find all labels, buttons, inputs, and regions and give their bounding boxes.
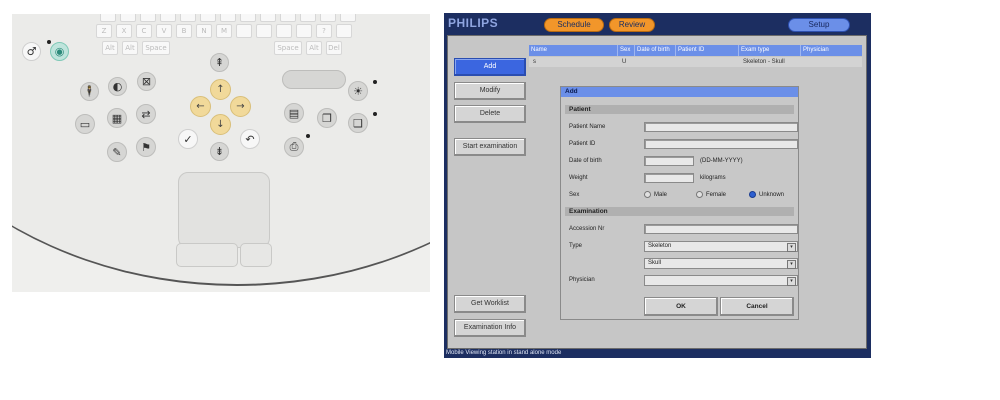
- tab-setup[interactable]: Setup: [788, 18, 850, 32]
- print-icon: ⎙: [284, 137, 304, 157]
- console-photo: Z X C V B N M ? Alt Alt Space Space Alt …: [12, 14, 430, 292]
- keyboard-row: Z X C V B N M ?: [96, 24, 352, 38]
- patient-section-header: Patient: [565, 105, 794, 114]
- weight-unit: kilograms: [700, 175, 726, 181]
- grid-icon: ▦: [107, 108, 127, 128]
- examination-info-button[interactable]: Examination Info: [454, 319, 526, 337]
- examination-section-header: Examination: [565, 207, 794, 216]
- patient-table-header: Name Sex Date of birth Patient ID Exam t…: [529, 45, 862, 56]
- start-examination-button[interactable]: Start examination: [454, 138, 526, 156]
- physician-select[interactable]: ▾: [644, 275, 798, 286]
- tab-schedule[interactable]: Schedule: [544, 18, 604, 32]
- sex-radio-male[interactable]: Male: [644, 191, 667, 198]
- dob-format-hint: (DD-MM-YYYY): [700, 158, 743, 164]
- radio-label: Unknown: [759, 191, 785, 198]
- trackpad-left-button: [176, 243, 238, 267]
- subtype-select-value: Skull: [648, 260, 662, 266]
- column-header-patient-id[interactable]: Patient ID: [676, 45, 739, 56]
- down-double-icon: ⇟: [210, 142, 229, 161]
- dropdown-arrow-icon[interactable]: ▾: [787, 260, 796, 269]
- arrow-left-icon: ←: [190, 96, 211, 117]
- dob-label: Date of birth: [569, 158, 602, 164]
- radio-label: Female: [706, 191, 727, 198]
- delete-button[interactable]: Delete: [454, 105, 526, 123]
- indicator-dot: [306, 134, 310, 138]
- indicator-dot: [373, 80, 377, 84]
- column-header-dob[interactable]: Date of birth: [635, 45, 676, 56]
- physician-label: Physician: [569, 277, 595, 283]
- cell-sex: U: [622, 59, 627, 65]
- cell-name: s: [533, 59, 536, 65]
- indicator-dot: [373, 112, 377, 116]
- accession-input[interactable]: [644, 224, 798, 234]
- type-select[interactable]: Skeleton ▾: [644, 241, 798, 252]
- radio-circle[interactable]: [696, 191, 703, 198]
- column-header-sex[interactable]: Sex: [618, 45, 635, 56]
- get-worklist-button[interactable]: Get Worklist: [454, 295, 526, 313]
- marker-icon: ⚑: [136, 137, 156, 157]
- cancel-button[interactable]: Cancel: [720, 297, 794, 316]
- type-label: Type: [569, 243, 583, 249]
- arrow-down-icon: ↓: [210, 114, 231, 135]
- collimator-icon: ⊠: [137, 72, 156, 91]
- radio-circle-selected[interactable]: [749, 191, 756, 198]
- app-window: PHILIPS Schedule Review Setup Add Modify…: [444, 13, 871, 358]
- patient-id-input[interactable]: [644, 139, 798, 149]
- weight-input[interactable]: [644, 173, 694, 183]
- person-icon: 🕴: [80, 82, 99, 101]
- subtype-select[interactable]: Skull ▾: [644, 258, 798, 269]
- weight-label: Weight: [569, 175, 588, 181]
- cell-patient-id: [676, 57, 739, 67]
- table-row[interactable]: s U Skeleton - Skull: [529, 57, 862, 67]
- radio-circle[interactable]: [644, 191, 651, 198]
- image-copy-icon: ❑: [348, 113, 368, 133]
- up-double-icon: ⇞: [210, 53, 229, 72]
- indicator-dot: [47, 40, 51, 44]
- dropdown-arrow-icon[interactable]: ▾: [787, 277, 796, 286]
- cell-exam-type: Skeleton - Skull: [743, 59, 785, 65]
- image-stack-icon: ❐: [317, 108, 337, 128]
- modify-button[interactable]: Modify: [454, 82, 526, 100]
- dialog-title: Add: [561, 87, 798, 97]
- cell-dob: [635, 57, 676, 67]
- cell-physician: [801, 57, 862, 67]
- image-info-icon: ▤: [284, 103, 304, 123]
- type-select-value: Skeleton: [648, 243, 672, 249]
- sex-label: Sex: [569, 192, 580, 198]
- check-icon: ✓: [178, 129, 198, 149]
- trackpad: [178, 172, 270, 248]
- column-header-exam-type[interactable]: Exam type: [739, 45, 801, 56]
- rectangle-icon: ▭: [75, 114, 95, 134]
- sex-radio-unknown[interactable]: Unknown: [749, 191, 784, 198]
- dropdown-arrow-icon[interactable]: ▾: [787, 243, 796, 252]
- patient-name-input[interactable]: [644, 122, 798, 132]
- tab-review[interactable]: Review: [609, 18, 655, 32]
- trackpad-right-button: [240, 243, 272, 267]
- edit-icon: ✎: [107, 142, 127, 162]
- undo-icon: ↶: [240, 129, 260, 149]
- radio-label: Male: [654, 191, 668, 198]
- sex-radio-female[interactable]: Female: [696, 191, 726, 198]
- brand-logo: PHILIPS: [448, 16, 499, 30]
- patient-id-label: Patient ID: [569, 141, 596, 147]
- contrast-icon: ◐: [108, 77, 127, 96]
- status-bar-text: Mobile Viewing station in stand alone mo…: [446, 350, 562, 356]
- dob-input[interactable]: [644, 156, 694, 166]
- male-symbol-icon: ♂: [22, 42, 41, 61]
- keyboard-row: [100, 14, 356, 22]
- rotate-icon: ⇄: [136, 104, 156, 124]
- arrow-right-icon: →: [230, 96, 251, 117]
- column-header-physician[interactable]: Physician: [801, 45, 862, 56]
- column-header-name[interactable]: Name: [529, 45, 618, 56]
- power-icon: ◉: [50, 42, 69, 61]
- brightness-rocker: [282, 70, 346, 89]
- auto-brightness-icon: ☀: [348, 81, 368, 101]
- accession-label: Accession Nr: [569, 226, 605, 232]
- add-button[interactable]: Add: [454, 58, 526, 76]
- ok-button[interactable]: OK: [644, 297, 718, 316]
- add-dialog: Add Patient Patient Name Patient ID Date…: [560, 86, 799, 320]
- arrow-up-icon: ↑: [210, 79, 231, 100]
- patient-name-label: Patient Name: [569, 124, 606, 130]
- main-frame: Add Modify Delete Start examination Get …: [447, 35, 867, 349]
